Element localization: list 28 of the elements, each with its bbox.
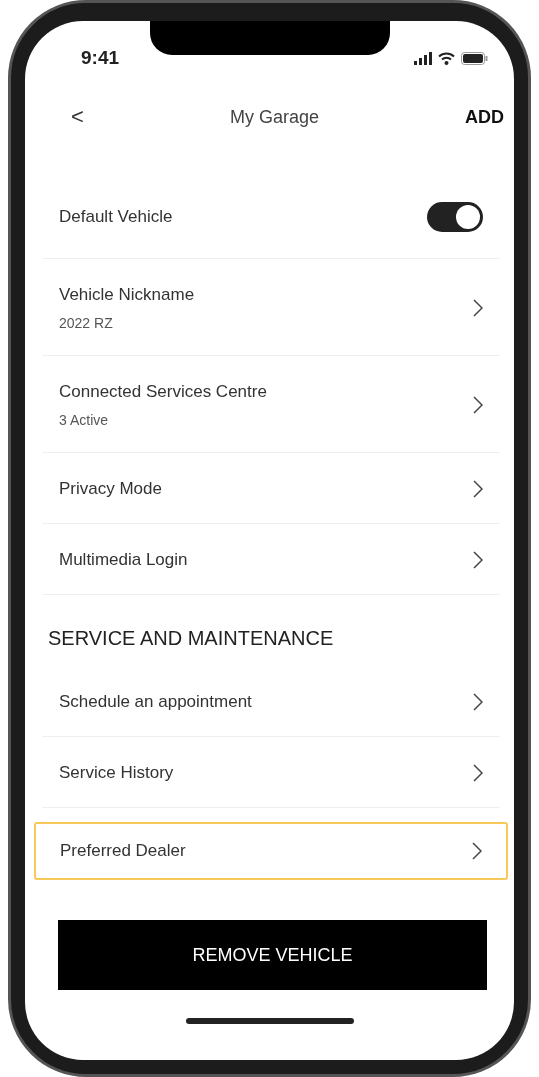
chevron-right-icon — [472, 842, 482, 860]
item-label: Schedule an appointment — [59, 691, 252, 712]
list-item[interactable]: Preferred Dealer — [34, 822, 508, 880]
wifi-icon — [438, 51, 455, 65]
status-time: 9:41 — [81, 47, 120, 69]
chevron-right-icon — [473, 479, 483, 498]
chevron-right-icon — [473, 298, 483, 317]
section-heading: SERVICE AND MAINTENANCE — [48, 626, 335, 651]
toggle-switch[interactable] — [427, 202, 483, 232]
item-label: Default Vehicle — [59, 207, 173, 227]
screen-title: My Garage — [229, 106, 319, 128]
item-label: Privacy Mode — [59, 478, 162, 499]
battery-icon — [461, 51, 488, 65]
signal-icon — [414, 51, 432, 65]
chevron-right-icon — [473, 763, 483, 782]
item-label: Preferred Dealer — [60, 841, 186, 861]
back-button[interactable]: < — [71, 104, 84, 130]
item-label: Connected Services Centre — [59, 381, 267, 402]
add-button[interactable]: ADD — [465, 106, 504, 128]
chevron-right-icon — [473, 692, 483, 711]
item-subtitle: 3 Active — [59, 411, 110, 428]
item-label: Service History — [59, 762, 174, 783]
item-subtitle: 2022 RZ — [59, 314, 114, 331]
chevron-right-icon — [473, 395, 483, 414]
item-label: Vehicle Nickname — [59, 284, 195, 305]
chevron-right-icon — [473, 550, 483, 569]
item-label: Multimedia Login — [59, 549, 188, 570]
remove-vehicle-button[interactable]: REMOVE VEHICLE — [58, 920, 487, 990]
